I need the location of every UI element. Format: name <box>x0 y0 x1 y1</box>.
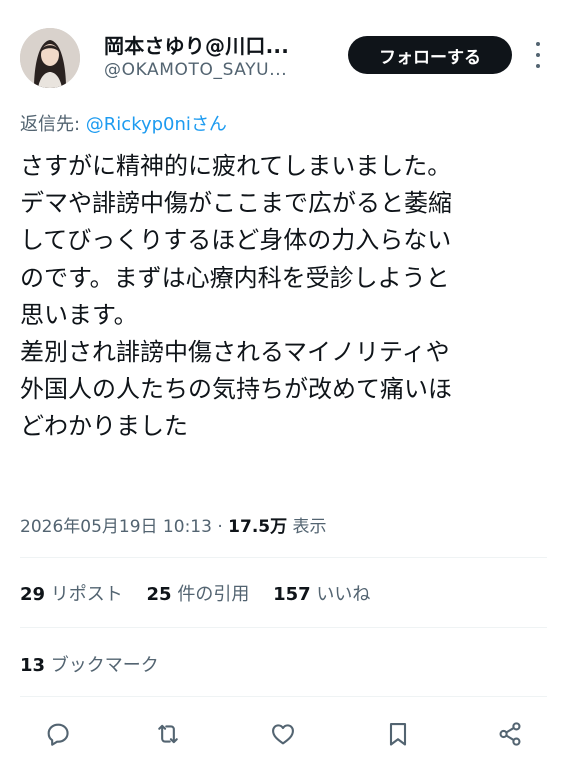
dot <box>536 64 540 68</box>
tweet-line: 差別され誹謗中傷されるマイノリティや <box>20 337 450 366</box>
tweet-meta: 2026年05月19日 10:13 · 17.5万 表示 <box>20 512 327 537</box>
likes-stat[interactable]: 157 いいね <box>273 584 370 605</box>
action-bar <box>0 716 567 756</box>
like-icon[interactable] <box>265 716 301 752</box>
avatar[interactable] <box>20 28 80 88</box>
repost-icon[interactable] <box>150 716 186 752</box>
reply-mention-link[interactable]: @Rickyp0ni <box>86 114 191 135</box>
divider <box>20 696 547 697</box>
reply-to-line: 返信先: @Rickyp0niさん <box>20 110 227 136</box>
timestamp-link[interactable]: 2026年05月19日 10:13 <box>20 517 212 537</box>
divider <box>20 557 547 558</box>
tweet-line: さすがに精神的に疲れてしまいました。 <box>20 152 452 180</box>
reposts-stat[interactable]: 29 リポスト <box>20 584 123 605</box>
views-count: 17.5万 <box>228 517 288 537</box>
display-name[interactable]: 岡本さゆり@川口... <box>104 30 289 59</box>
engagement-stats: 29 リポスト 25 件の引用 157 いいね <box>20 580 388 606</box>
tweet-line: 外国人の人たちの気持ちが改めて痛いほ <box>20 375 452 404</box>
reply-prefix: 返信先: <box>20 114 86 135</box>
tweet-text: さすがに精神的に疲れてしまいました。 デマや誹謗中傷がここまで広がると萎縮 して… <box>20 148 550 446</box>
reposts-label: リポスト <box>50 584 123 605</box>
reply-suffix: さん <box>190 114 227 135</box>
tweet-line: 思います。 <box>20 300 138 329</box>
dot <box>536 42 540 46</box>
likes-count: 157 <box>273 584 311 605</box>
follow-button[interactable]: フォローする <box>348 36 512 74</box>
views-label: 表示 <box>287 517 327 537</box>
bookmarks-label: ブックマーク <box>50 655 159 676</box>
reposts-count: 29 <box>20 584 46 605</box>
dot <box>536 53 540 57</box>
user-handle[interactable]: @OKAMOTO_SAYU... <box>104 60 287 80</box>
more-options-icon[interactable] <box>528 42 548 68</box>
bookmark-icon[interactable] <box>380 716 416 752</box>
reply-icon[interactable] <box>40 716 76 752</box>
avatar-image <box>20 28 80 88</box>
quotes-label: 件の引用 <box>177 584 250 605</box>
quotes-stat[interactable]: 25 件の引用 <box>147 584 250 605</box>
tweet-header: 岡本さゆり@川口... @OKAMOTO_SAYU... フォローする <box>0 0 567 100</box>
bookmarks-count: 13 <box>20 655 46 676</box>
divider <box>20 627 547 628</box>
bookmarks-stat[interactable]: 13 ブックマーク <box>20 651 159 677</box>
share-icon[interactable] <box>492 716 528 752</box>
tweet-line: してびっくりするほど身体の力入らない <box>20 226 452 255</box>
quotes-count: 25 <box>146 584 172 605</box>
tweet-line: のです。まずは心療内科を受診しようと <box>20 263 450 292</box>
likes-label: いいね <box>316 584 371 605</box>
tweet-line: デマや誹謗中傷がここまで広がると萎縮 <box>20 189 452 218</box>
tweet-line: どわかりました <box>20 412 188 441</box>
meta-separator: · <box>211 517 229 537</box>
